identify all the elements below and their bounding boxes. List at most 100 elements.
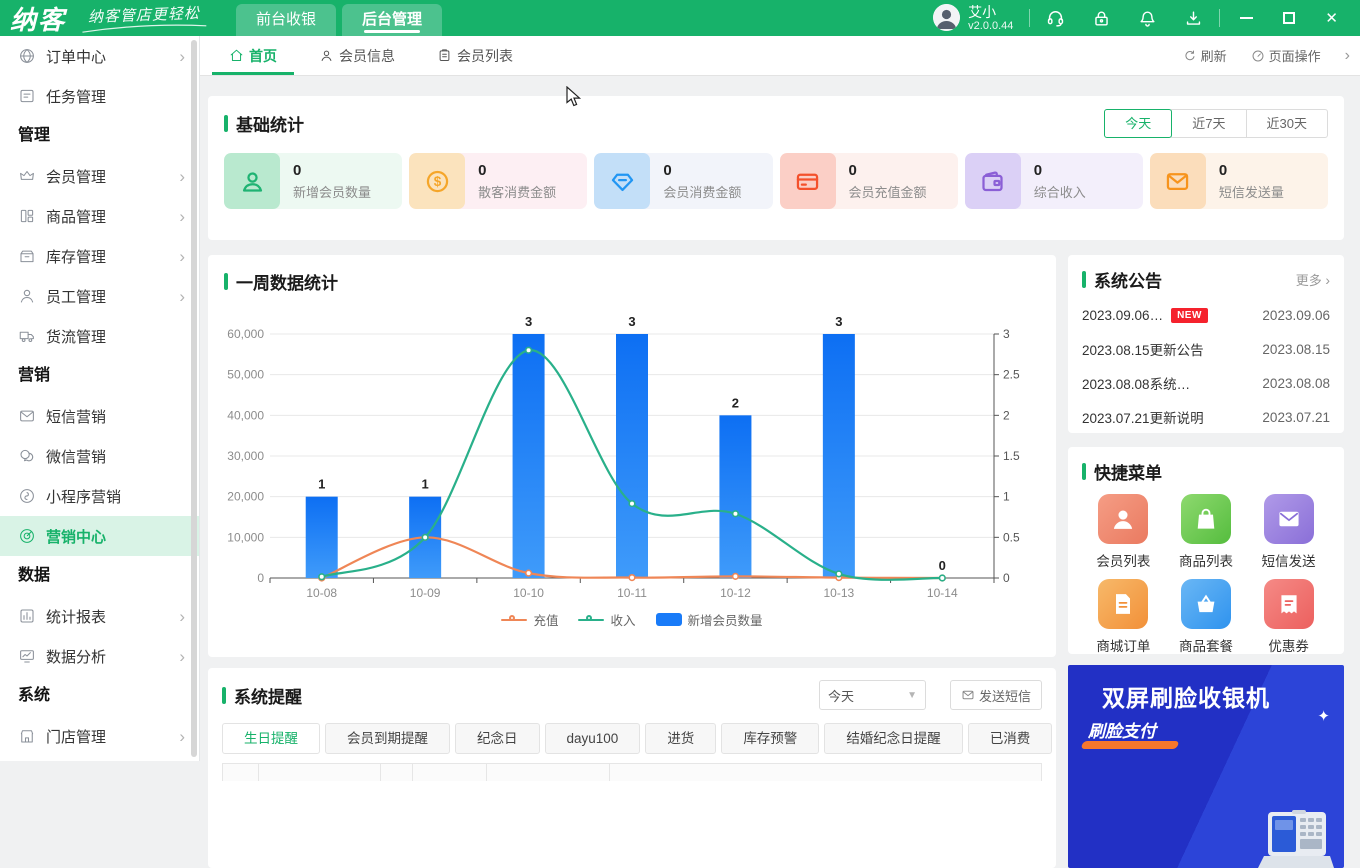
reminder-tab-dayu100[interactable]: dayu100 [545,723,641,754]
quick-item-商品列表[interactable]: 商品列表 [1165,494,1248,570]
filter-近30天[interactable]: 近30天 [1246,109,1328,138]
legend-item-充值[interactable]: 充值 [501,610,558,629]
chart-legend: 充值 收入 新增会员数量 [224,610,1040,629]
sidebar-item-sms[interactable]: 短信营销 [0,396,199,436]
reminder-tab-进货[interactable]: 进货 [645,723,716,754]
svg-text:2: 2 [1003,408,1010,422]
mail-icon [961,688,975,702]
quick-item-会员列表[interactable]: 会员列表 [1082,494,1165,570]
user-block[interactable]: 艾小 v2.0.0.44 [933,4,1013,33]
header-tab[interactable]: 后台管理 [342,4,442,36]
service-icon[interactable] [1046,9,1065,28]
close-button[interactable]: ✕ [1325,11,1338,26]
announcements-more-link[interactable]: 更多 › [1296,270,1330,289]
action-刷新[interactable]: 刷新 [1183,46,1227,65]
sidebar-item-report[interactable]: 统计报表› [0,596,199,636]
filter-近7天[interactable]: 近7天 [1171,109,1246,138]
sidebar-item-task[interactable]: 任务管理 [0,76,199,116]
announcement-row[interactable]: 2023.07.21更新说明2023.07.21 [1082,400,1330,434]
reminder-date-select[interactable]: 今天 ▼ [819,680,926,710]
quick-item-label: 商品列表 [1179,550,1233,570]
lock-icon[interactable] [1092,9,1111,28]
tab-首页[interactable]: 首页 [208,36,298,75]
chevron-right-icon: › [179,728,185,745]
diamond-icon [594,153,650,209]
reminder-tab-生日提醒[interactable]: 生日提醒 [222,723,320,754]
sidebar-item-crown[interactable]: 会员管理› [0,156,199,196]
sidebar-item-goods[interactable]: 商品管理› [0,196,199,236]
report-icon [18,607,36,625]
avatar[interactable] [933,4,960,31]
announcement-row[interactable]: 2023.09.06…NEW2023.09.06 [1082,298,1330,332]
quick-item-label: 优惠券 [1268,635,1309,655]
chevron-right-icon[interactable]: › [1345,47,1350,65]
chevron-right-icon: › [179,48,185,65]
sidebar-item-wechat[interactable]: 微信营销 [0,436,199,476]
minimize-button[interactable] [1240,17,1253,19]
sidebar-item-analysis[interactable]: 数据分析› [0,636,199,676]
mail-icon [1264,494,1314,544]
announcements-list: 2023.09.06…NEW2023.09.062023.08.15更新公告20… [1082,298,1330,434]
stat-value: 0 [478,162,556,179]
mail-icon [1150,153,1206,209]
tab-会员列表[interactable]: 会员列表 [416,36,534,75]
stat-value: 0 [849,162,927,179]
staff-icon [18,287,36,305]
stat-card: 0会员充值金额 [780,153,958,209]
sidebar-item-stock[interactable]: 库存管理› [0,236,199,276]
legend-item-新增会员数量[interactable]: 新增会员数量 [656,610,763,629]
sidebar-section: 系统 [0,676,199,716]
sidebar-scrollbar[interactable] [191,40,197,757]
sidebar-item-target[interactable]: 营销中心 [0,516,199,556]
download-icon[interactable] [1184,9,1203,28]
sidebar-item-store[interactable]: 门店管理› [0,716,199,756]
filter-今天[interactable]: 今天 [1104,109,1172,138]
reminder-tab-库存预警[interactable]: 库存预警 [721,723,819,754]
chevron-down-icon: ▼ [907,690,917,701]
sidebar-item-label: 营销中心 [46,526,106,547]
action-页面操作[interactable]: 页面操作 [1251,46,1321,65]
sidebar-item-miniapp[interactable]: 小程序营销 [0,476,199,516]
chevron-right-icon: › [179,288,185,305]
sidebar-item-globe[interactable]: 订单中心› [0,36,199,76]
svg-text:3: 3 [835,314,842,329]
svg-text:3: 3 [628,314,635,329]
svg-text:30,000: 30,000 [227,449,264,463]
chevron-right-icon: › [179,208,185,225]
bag-icon [1181,494,1231,544]
announcement-row[interactable]: 2023.08.15更新公告2023.08.15 [1082,332,1330,366]
legend-item-收入[interactable]: 收入 [578,610,635,629]
svg-text:1: 1 [1003,490,1010,504]
chevron-right-icon: › [179,248,185,265]
announcement-row[interactable]: 2023.08.08系统…2023.08.08 [1082,366,1330,400]
reminder-tab-已消费[interactable]: 已消费 [968,723,1053,754]
person-icon [319,48,334,63]
header-nav-tabs: 前台收银后台管理 [236,4,442,36]
reminder-tab-纪念日[interactable]: 纪念日 [455,723,540,754]
stat-label: 散客消费金额 [478,182,556,201]
quick-item-商品套餐[interactable]: 商品套餐 [1165,579,1248,655]
bell-icon[interactable] [1138,9,1157,28]
task-icon [18,87,36,105]
send-sms-button[interactable]: 发送短信 [950,680,1042,710]
banner-headline: 双屏刷脸收银机 [1102,679,1270,713]
quick-item-优惠券[interactable]: 优惠券 [1247,579,1330,655]
target-icon [18,527,36,545]
header-tab[interactable]: 前台收银 [236,4,336,36]
sidebar-item-staff[interactable]: 员工管理› [0,276,199,316]
week-chart[interactable]: 010,00020,00030,00040,00050,00060,00010-… [224,306,1040,608]
announcement-text: 2023.08.15更新公告 [1082,339,1204,359]
maximize-button[interactable] [1283,12,1295,24]
quick-menu-card: 快捷菜单 会员列表商品列表短信发送商城订单商品套餐优惠券 [1068,447,1344,654]
ad-banner[interactable]: 双屏刷脸收银机 刷脸支付 ✦ [1068,665,1344,868]
sidebar-item-truck[interactable]: 货流管理 [0,316,199,356]
announcement-text: 2023.07.21更新说明 [1082,407,1204,427]
sidebar: 订单中心›任务管理管理会员管理›商品管理›库存管理›员工管理›货流管理营销短信营… [0,36,200,761]
tab-会员信息[interactable]: 会员信息 [298,36,416,75]
quick-item-短信发送[interactable]: 短信发送 [1247,494,1330,570]
sparkle-icon: ✦ [1317,707,1330,725]
stat-card: 0会员消费金额 [594,153,772,209]
reminder-tab-会员到期提醒[interactable]: 会员到期提醒 [325,723,450,754]
reminder-tab-结婚纪念日提醒[interactable]: 结婚纪念日提醒 [824,723,963,754]
quick-item-商城订单[interactable]: 商城订单 [1082,579,1165,655]
